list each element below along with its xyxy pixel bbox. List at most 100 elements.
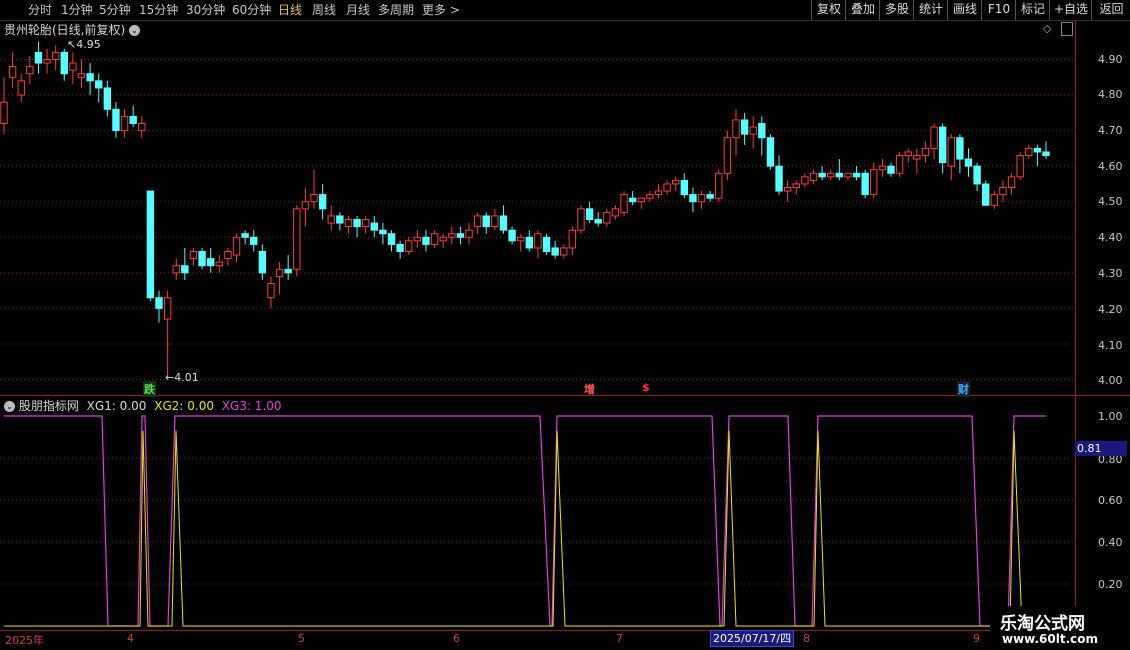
candle[interactable] [284,255,292,280]
candle[interactable] [387,230,396,252]
candle[interactable] [878,159,887,177]
candle[interactable] [827,169,835,181]
candle[interactable] [112,102,120,138]
candle[interactable] [852,166,861,181]
candle[interactable] [990,191,999,209]
candle[interactable] [861,169,869,199]
period-tab-more[interactable]: 更多 > [422,1,460,19]
candle[interactable] [646,191,654,202]
period-tab-60min[interactable]: 60分钟 [232,1,271,19]
candle[interactable] [353,215,361,238]
candle[interactable] [930,123,938,160]
candle[interactable] [964,148,973,177]
back-button[interactable]: 返回 [1091,0,1130,20]
candle[interactable] [603,208,611,227]
candle[interactable] [163,290,172,376]
candle[interactable] [844,172,852,181]
candle[interactable] [17,73,25,103]
candle[interactable] [491,208,499,231]
f10-button[interactable]: F10 [981,0,1016,20]
candle[interactable] [8,52,17,88]
candle[interactable] [327,205,335,231]
candle[interactable] [224,247,232,266]
candle[interactable] [783,180,792,202]
candle[interactable] [749,116,757,149]
candle[interactable] [516,233,525,252]
candle[interactable] [138,116,146,138]
candle[interactable] [422,230,430,252]
candle[interactable] [189,247,198,266]
mark-button[interactable]: 标记 [1015,0,1050,20]
candle[interactable] [870,162,878,199]
candle[interactable] [792,180,800,195]
candle[interactable] [95,73,103,103]
candle[interactable] [361,215,370,234]
candle[interactable] [628,191,637,206]
candlestick-chart[interactable] [0,20,1075,395]
period-tab-15min[interactable]: 15分钟 [139,1,178,19]
period-tab-30min[interactable]: 30分钟 [186,1,225,19]
candle[interactable] [560,244,568,259]
candle[interactable] [956,134,964,174]
draw-line-button[interactable]: 画线 [947,0,982,20]
period-tab-5min[interactable]: 5分钟 [99,1,131,19]
candle[interactable] [680,173,689,199]
candle[interactable] [921,141,930,163]
candle[interactable] [775,155,783,195]
period-tab-monthly[interactable]: 月线 [346,1,370,19]
candle[interactable] [947,134,955,181]
candle[interactable] [473,212,482,234]
candle[interactable] [379,223,387,245]
adjust-button[interactable]: 复权 [811,0,846,20]
candle[interactable] [577,205,585,234]
candle[interactable] [766,134,775,170]
period-tab-fenshi[interactable]: 分时 [28,1,52,19]
candle[interactable] [439,233,447,248]
candle[interactable] [448,226,456,245]
candle[interactable] [620,191,628,216]
candle[interactable] [801,173,809,188]
candle[interactable] [258,244,267,280]
candle[interactable] [336,212,344,231]
indicator-chart[interactable] [0,396,1075,630]
candle[interactable] [611,205,620,220]
candle[interactable] [206,247,215,273]
candle[interactable] [275,262,284,295]
candle[interactable] [51,45,60,71]
candle[interactable] [706,191,714,202]
overlay-button[interactable]: 叠加 [845,0,880,20]
candle[interactable] [482,212,490,234]
candle[interactable] [69,52,77,85]
candle[interactable] [982,180,990,206]
candle[interactable] [999,180,1007,202]
candle[interactable] [809,169,818,184]
candle[interactable] [904,148,912,163]
candle[interactable] [887,162,895,177]
candle[interactable] [663,180,671,195]
candle[interactable] [835,159,844,181]
candle[interactable] [508,226,516,245]
candle[interactable] [267,276,275,309]
candle[interactable] [456,226,465,245]
candle[interactable] [1033,144,1042,167]
candle[interactable] [1042,141,1050,160]
candle[interactable] [594,212,602,227]
candle[interactable] [758,116,766,156]
candle[interactable] [732,109,740,156]
candle[interactable] [232,233,241,263]
candle[interactable] [697,191,706,209]
candle[interactable] [0,77,8,135]
candle[interactable] [654,183,663,199]
candle[interactable] [818,166,826,181]
candle[interactable] [585,201,594,224]
candle[interactable] [198,247,206,270]
candle[interactable] [405,237,413,256]
candle[interactable] [43,48,51,74]
multi-stock-button[interactable]: 多股 [879,0,914,20]
candle[interactable] [86,63,94,96]
candle[interactable] [181,247,189,280]
candle[interactable] [637,197,645,209]
candle[interactable] [120,109,129,138]
event-marker-die[interactable]: 跌 [143,381,156,397]
add-favorite-button[interactable]: +自选 [1049,0,1092,20]
